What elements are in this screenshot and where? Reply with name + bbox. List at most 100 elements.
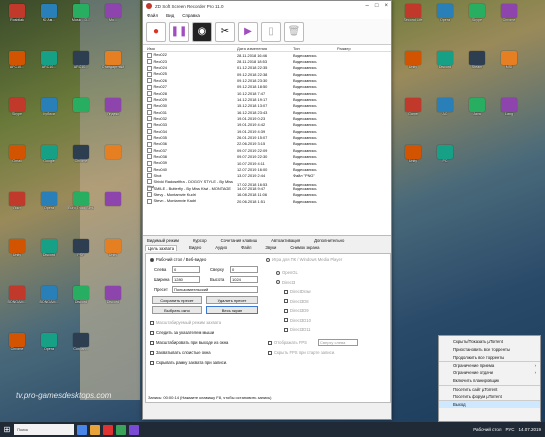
pause-button[interactable]: ❚❚: [169, 21, 189, 42]
desktop-icon[interactable]: Skype: [4, 98, 30, 126]
tab[interactable]: Звуки: [263, 245, 278, 251]
api-option[interactable]: Direct3: [276, 278, 311, 288]
screenshot-button[interactable]: ◉: [192, 21, 212, 42]
tray-desktop-label[interactable]: Рабочий стол: [473, 427, 501, 432]
desktop-icon[interactable]: Ю Ам...: [36, 4, 62, 32]
col-type[interactable]: Тип: [293, 46, 337, 51]
desktop-icon[interactable]: [100, 192, 126, 220]
desktop-icon[interactable]: Discord: [68, 286, 94, 314]
fps-position-select[interactable]: Сверху слева: [318, 339, 358, 346]
save-preset-button[interactable]: Сохранить пресет: [152, 296, 202, 304]
desktop-icon[interactable]: Lang: [496, 98, 522, 126]
taskbar-app-chrome[interactable]: [116, 424, 126, 435]
desktop-icon[interactable]: Chrome: [4, 333, 30, 361]
cut-icon[interactable]: ✂: [215, 21, 235, 42]
desktop-icon[interactable]: Unity: [400, 51, 426, 79]
full-screen-button[interactable]: Весь экран: [206, 306, 258, 314]
height-input[interactable]: 1024: [230, 276, 258, 283]
desktop-icon[interactable]: Chrome: [68, 145, 94, 173]
top-input[interactable]: 0: [230, 266, 258, 273]
context-menu-item[interactable]: Скрыть/Показать µTorrent: [439, 338, 540, 346]
desktop-icon[interactable]: BONGAM...: [36, 286, 62, 314]
desktop-icon[interactable]: ARC10...: [68, 51, 94, 79]
close-icon[interactable]: ×: [384, 3, 388, 9]
desktop-icon[interactable]: Java: [464, 98, 490, 126]
taskbar-app-other[interactable]: [129, 424, 139, 435]
record-button[interactable]: ●: [146, 21, 166, 42]
desktop-icon[interactable]: Яндекс: [100, 98, 126, 126]
desktop-icon[interactable]: Gmail: [4, 145, 30, 173]
tab[interactable]: Файл: [239, 245, 253, 251]
api-option[interactable]: OpenGL: [276, 268, 311, 278]
desktop-icon[interactable]: Кубики: [36, 98, 62, 126]
desktop-icon[interactable]: Steam: [464, 51, 490, 79]
desktop-icon[interactable]: Discord: [100, 286, 126, 314]
menu-help[interactable]: Справка: [182, 13, 200, 18]
delete-preset-button[interactable]: Удалить пресет: [206, 296, 258, 304]
desktop-icon[interactable]: PSP: [68, 239, 94, 267]
taskbar-app-recorder[interactable]: [103, 424, 113, 435]
taskbar-app-folder[interactable]: [90, 424, 100, 435]
tab[interactable]: Курсор: [191, 238, 209, 243]
menu-file[interactable]: Файл: [147, 13, 158, 18]
desktop-icon[interactable]: Rosbilak: [4, 4, 30, 32]
desktop-icon[interactable]: Google: [36, 145, 62, 173]
file-row[interactable]: Stevn - Montamvie Kadri 20.06.2018 1:51 Ви…: [143, 198, 391, 204]
video-icon[interactable]: ▶: [238, 21, 258, 42]
scale-fit-checkbox[interactable]: Масштабировать при выходе из окна: [150, 340, 228, 345]
context-menu-item[interactable]: Выход: [439, 400, 540, 409]
col-size[interactable]: Размер: [337, 46, 377, 51]
desktop-icon[interactable]: Unity: [400, 145, 426, 173]
context-menu-item[interactable]: Включить планировщик: [439, 377, 540, 385]
desktop-icon[interactable]: ARC10...: [36, 51, 62, 79]
desktop-icon[interactable]: Music - D...: [68, 4, 94, 32]
tab[interactable]: Аудио: [213, 245, 229, 251]
desktop-icon[interactable]: MSI: [496, 51, 522, 79]
api-option[interactable]: Direct3D11: [284, 325, 311, 335]
desktop-icon[interactable]: Second Life: [400, 4, 426, 32]
follow-cursor-checkbox[interactable]: Следить за указателем мыши: [150, 330, 214, 335]
capture-layered-checkbox[interactable]: Захватывать слоистые окна: [150, 350, 211, 355]
tab[interactable]: Видимый режим: [145, 238, 181, 243]
radio-desktop[interactable]: Рабочий стол / Веб-видео: [150, 257, 206, 262]
tab[interactable]: Сочетания клавиш: [219, 238, 260, 243]
context-menu-item[interactable]: Посетить сайт µTorrent: [439, 384, 540, 393]
desktop-icon[interactable]: PC: [432, 145, 458, 173]
desktop-icon[interactable]: Opera: [36, 192, 62, 220]
context-menu-item[interactable]: Приостановить все торренты: [439, 346, 540, 354]
context-menu-item[interactable]: Ограничение отдачи ›: [439, 369, 540, 377]
desktop-icon[interactable]: Skype: [464, 4, 490, 32]
maximize-icon[interactable]: □: [375, 3, 379, 9]
desktop-icon[interactable]: Mo...: [100, 4, 126, 32]
desktop-icon[interactable]: Discord: [432, 51, 458, 79]
tray-lang[interactable]: РУС: [505, 427, 514, 432]
col-name[interactable]: Имя: [147, 46, 237, 51]
desktop-icon[interactable]: Unity: [100, 239, 126, 267]
hide-fps-checkbox[interactable]: Скрыть FPS при старте записи.: [268, 350, 335, 355]
width-input[interactable]: 1280: [172, 276, 200, 283]
tab[interactable]: Дополнительно: [312, 238, 346, 243]
context-menu-item[interactable]: Продолжить все торренты: [439, 354, 540, 362]
desktop-icon[interactable]: [68, 98, 94, 126]
desktop-icon[interactable]: Discord: [36, 239, 62, 267]
api-option[interactable]: Direct3D10: [284, 316, 311, 326]
preset-select[interactable]: Пользовательский: [172, 286, 258, 293]
desktop-icon[interactable]: Opera: [36, 333, 62, 361]
tab[interactable]: Снимок экрана: [288, 245, 321, 251]
desktop-icon[interactable]: Стандартный: [100, 51, 126, 79]
desktop-icon[interactable]: Unity: [4, 239, 30, 267]
delete-icon[interactable]: 🗑: [284, 21, 304, 42]
api-option[interactable]: Direct3D8: [284, 297, 311, 307]
desktop-icon[interactable]: Сохран...: [68, 333, 94, 361]
desktop-icon[interactable]: Game: [400, 98, 426, 126]
tab[interactable]: Видео: [187, 245, 203, 251]
context-menu-item[interactable]: Ограничение приема ›: [439, 361, 540, 369]
desktop-icon[interactable]: AFC10...: [4, 51, 30, 79]
tab[interactable]: Автоактивация: [269, 238, 302, 243]
stop-icon[interactable]: ▯: [261, 21, 281, 42]
api-option[interactable]: Direct3D9: [284, 306, 311, 316]
show-fps-checkbox[interactable]: Отображать FPS: [268, 340, 307, 345]
taskbar-search[interactable]: Поиск: [14, 424, 74, 435]
desktop-icon[interactable]: [100, 145, 126, 173]
start-button[interactable]: ⊞: [0, 422, 14, 437]
